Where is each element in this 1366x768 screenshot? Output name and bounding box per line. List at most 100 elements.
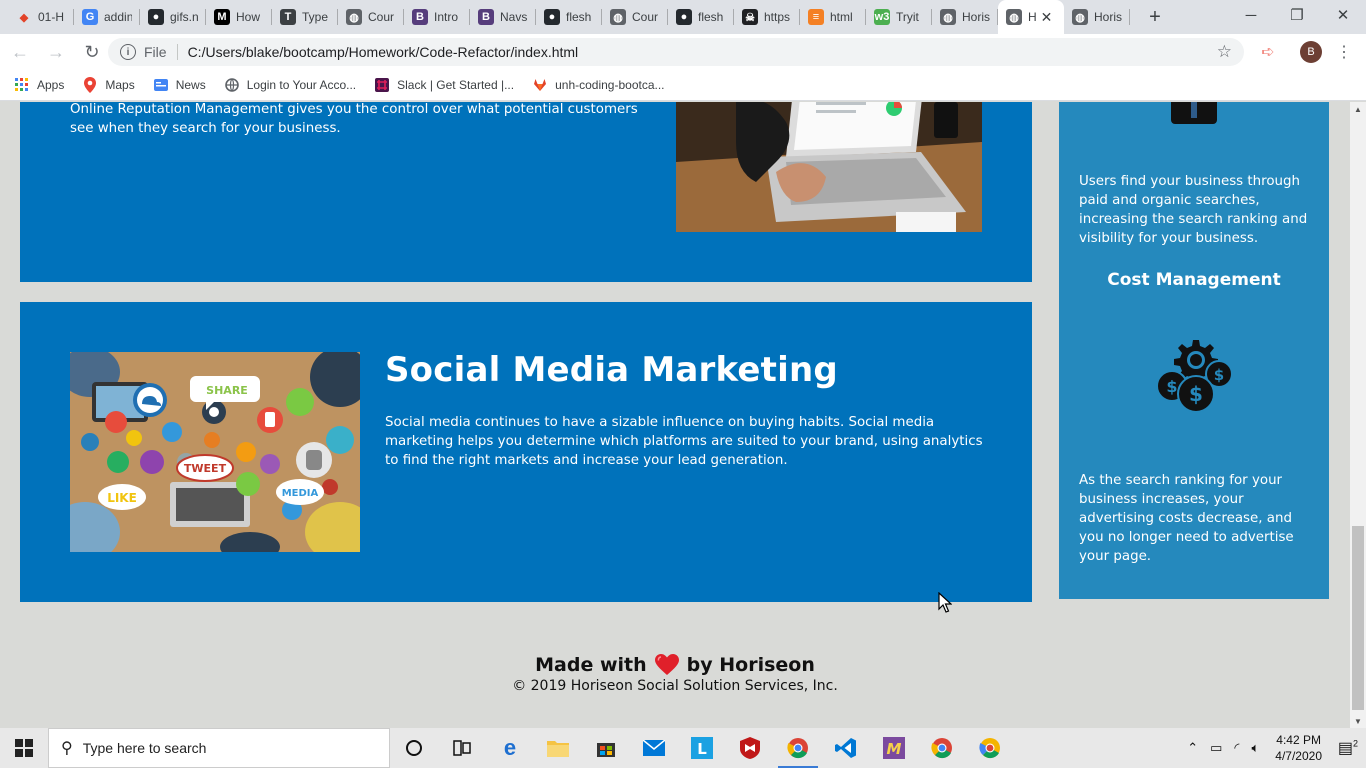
window-controls: ─ ❐ ✕ [1228,0,1366,34]
cortana-icon[interactable] [390,728,438,768]
chrome-icon[interactable] [918,728,966,768]
back-button[interactable]: ← [4,36,36,68]
browser-tab[interactable]: ◍ H ✕ [998,0,1064,34]
bookmark-label: Slack | Get Started |... [397,78,515,92]
social-media-image: SHARE TWEET LIKE MEDIA [70,352,360,552]
scroll-up-icon[interactable]: ▲ [1350,102,1366,116]
bootstrap-icon: B [478,9,494,25]
new-tab-button[interactable]: + [1140,0,1170,34]
globe-icon: ◍ [940,9,956,25]
browser-tab[interactable]: M How [206,0,272,34]
browser-tab[interactable]: Gaddin [74,0,140,34]
made-with-line: Made with by Horiseon [0,654,1350,676]
menu-kebab-icon[interactable]: ⋮ [1336,40,1352,64]
info-icon[interactable]: i [120,44,136,60]
bookmark-news[interactable]: News [153,77,206,93]
heart-icon [654,654,679,676]
mcafee-icon[interactable] [726,728,774,768]
gitlab-icon [532,77,548,93]
edge-icon[interactable]: e [486,728,534,768]
restore-button[interactable]: ❐ [1274,0,1320,30]
tab-list: ◆ 01-H Gaddin ● gifs.n M How T Type ◍ Cour B Intro B N… [0,0,1130,34]
browser-tab[interactable]: ● gifs.n [140,0,206,34]
mouse-cursor-icon [938,592,952,613]
cost-management-icon: $ $ $ [1155,338,1235,414]
taskbar-search[interactable]: ⚲ Type here to search [48,728,390,768]
address-bar[interactable]: i File C:/Users/blake/bootcamp/Homework/… [108,38,1244,66]
bookmark-maps[interactable]: Maps [82,77,135,93]
chevron-up-icon[interactable]: ⌃ [1187,740,1198,756]
taskbar-clock[interactable]: 4:42 PM 4/7/2020 [1275,732,1322,764]
store-icon[interactable] [582,728,630,768]
browser-tab[interactable]: w3 Tryit [866,0,932,34]
system-tray: ⌃ ▭ ◜ 🔈︎ 4:42 PM 4/7/2020 ▤2 [1181,728,1366,768]
close-tab-icon[interactable]: ✕ [1041,9,1053,26]
browser-tab[interactable]: B Navs [470,0,536,34]
m-app-icon[interactable]: M [870,728,918,768]
maps-pin-icon [82,77,98,93]
browser-tab[interactable]: ☠ https [734,0,800,34]
reputation-text: The web is full of opinions, and some of… [70,102,638,136]
page-viewport: The web is full of opinions, and some of… [0,102,1350,728]
bookmark-apps[interactable]: Apps [14,77,64,93]
bookmark-login[interactable]: Login to Your Acco... [224,77,356,93]
browser-tab[interactable]: ◍ Horis [1064,0,1130,34]
minimize-button[interactable]: ─ [1228,0,1274,30]
bookmark-slack[interactable]: Slack | Get Started |... [374,77,514,93]
browser-tab[interactable]: ◍ Cour [602,0,668,34]
reload-button[interactable]: ↻ [76,36,108,68]
task-view-icon[interactable] [438,728,486,768]
scrollbar-thumb[interactable] [1352,526,1364,710]
mail-icon[interactable] [630,728,678,768]
profile-avatar[interactable]: B [1300,41,1322,63]
browser-tab[interactable]: ● flesh [668,0,734,34]
l-app-icon[interactable]: L [678,728,726,768]
tab-title: Tryit [896,10,919,24]
chrome-canary-icon[interactable] [966,728,1014,768]
close-window-button[interactable]: ✕ [1320,0,1366,30]
extension-icon[interactable]: ➪ [1258,42,1278,62]
bookmark-star-icon[interactable]: ☆ [1217,42,1232,62]
made-with-prefix: Made with [535,654,647,676]
page-footer: Made with by Horiseon © 2019 Horiseon So… [0,654,1350,694]
browser-tab[interactable]: ≡ html [800,0,866,34]
tab-title: flesh [566,10,592,24]
github-icon: ● [544,9,560,25]
skull-icon: ☠ [742,9,758,25]
browser-tab[interactable]: ◍ Cour [338,0,404,34]
start-button[interactable] [0,728,48,768]
globe-icon: ◍ [346,9,362,25]
forward-button[interactable]: → [40,36,72,68]
bootstrap-icon: B [412,9,428,25]
tab-title: Type [302,10,329,24]
globe-icon: ◍ [1072,9,1088,25]
wifi-icon[interactable]: ◜ [1234,740,1239,756]
battery-icon[interactable]: ▭ [1210,740,1222,756]
bookmark-gitlab[interactable]: unh-coding-bootca... [532,77,665,93]
github-icon: ● [676,9,692,25]
browser-tab[interactable]: B Intro [404,0,470,34]
chrome-icon[interactable] [774,728,822,768]
browser-tab[interactable]: T Type [272,0,338,34]
browser-tab[interactable]: ◆ 01-H [8,0,74,34]
tab-title: Cour [632,10,659,24]
share-bubble-text: SHARE [206,384,248,397]
address-url[interactable]: C:/Users/blake/bootcamp/Homework/Code-Re… [188,44,579,60]
volume-icon[interactable]: 🔈︎ [1251,740,1259,756]
file-explorer-icon[interactable] [534,728,582,768]
page-scrollbar[interactable]: ▲ ▼ [1350,102,1366,728]
tab-title: Horis [962,10,990,24]
vscode-icon[interactable] [822,728,870,768]
social-media-text: Social media continues to have a sizable… [385,415,983,468]
browser-tab[interactable]: ● flesh [536,0,602,34]
bookmark-label: Apps [37,78,65,92]
notification-center-icon[interactable]: ▤2 [1330,738,1366,758]
bookmark-label: Maps [105,78,135,92]
browser-tab[interactable]: ◍ Horis [932,0,998,34]
tab-title: Horis [1094,10,1122,24]
tweet-bubble-text: TWEET [184,462,227,475]
tab-title: How [236,10,261,24]
scroll-down-icon[interactable]: ▼ [1350,714,1366,728]
windows-taskbar: ⚲ Type here to search e L M ⌃ ▭ ◜ 🔈︎ 4:4… [0,728,1366,768]
bookmark-label: unh-coding-bootca... [555,78,665,92]
